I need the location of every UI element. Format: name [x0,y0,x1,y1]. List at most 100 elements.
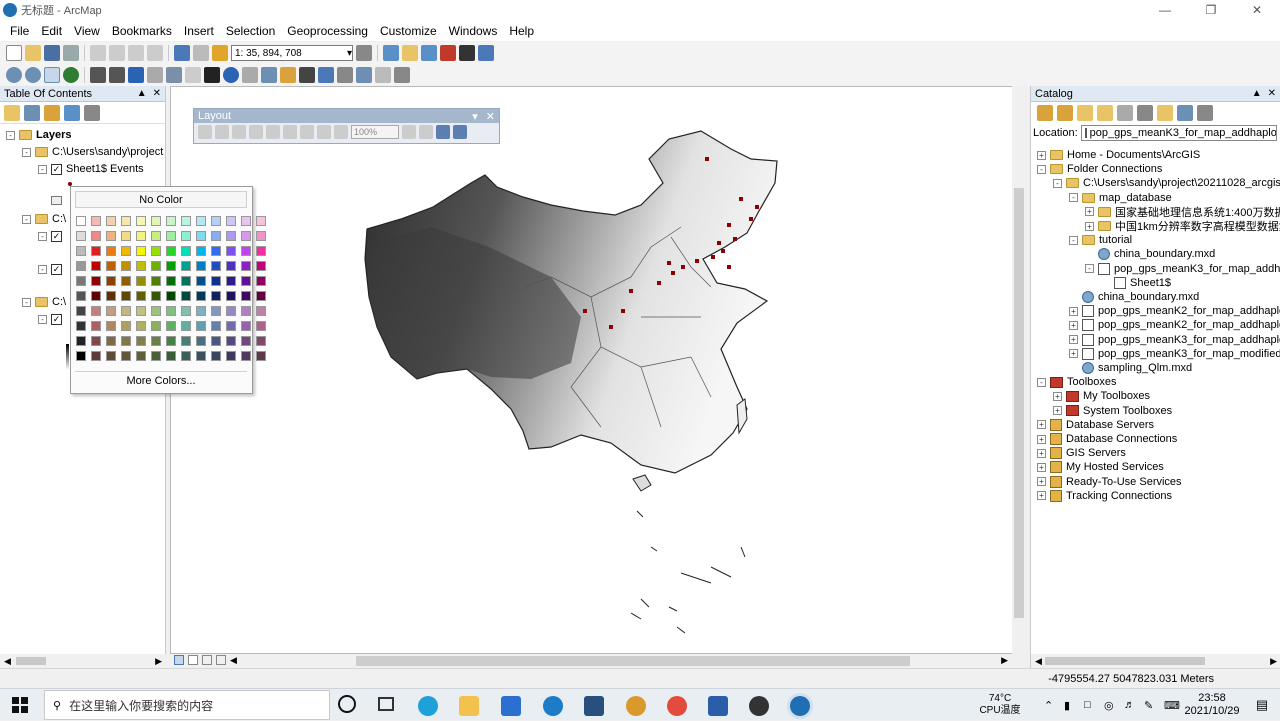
close-icon[interactable]: ✕ [1234,0,1280,20]
color-swatch[interactable] [151,291,161,301]
maximize-icon[interactable]: ❐ [1188,0,1234,20]
color-swatch[interactable] [106,336,116,346]
color-swatch[interactable] [166,246,176,256]
color-swatch[interactable] [106,291,116,301]
color-swatch[interactable] [106,321,116,331]
expand-icon[interactable]: + [1069,335,1078,345]
toc-row-layer-b[interactable]: - ✓ [38,262,66,276]
color-swatch[interactable] [106,351,116,361]
catalog-tree-item[interactable]: + pop_gps_meanK2_for_map_addhaplo [1069,304,1280,318]
viewer-icon[interactable] [375,67,391,83]
color-swatch[interactable] [91,231,101,241]
color-swatch[interactable] [121,276,131,286]
color-swatch[interactable] [91,261,101,271]
catalog-window-icon[interactable] [402,45,418,61]
expand-icon[interactable]: + [1069,306,1078,316]
location-input[interactable]: pop_gps_meanK3_for_map_addhaplo_mc [1080,125,1277,141]
color-swatch[interactable] [241,336,251,346]
pin-icon[interactable]: ▲ [1252,88,1262,99]
expand-icon[interactable]: + [1085,207,1094,217]
color-swatch[interactable] [166,321,176,331]
color-swatch[interactable] [211,261,221,271]
map-display[interactable] [170,86,1026,654]
list-by-source-icon[interactable] [24,104,40,121]
catalog-tree-item[interactable]: + Tracking Connections [1037,489,1172,503]
color-swatch[interactable] [166,261,176,271]
editor-icon[interactable] [356,45,372,61]
collapse-icon[interactable]: - [38,231,47,241]
color-swatch[interactable] [256,306,266,316]
catalog-tree-item[interactable]: + My Hosted Services [1037,460,1164,474]
zoom-in-icon[interactable] [6,67,22,83]
redo-icon[interactable] [193,45,209,61]
color-swatch[interactable] [181,261,191,271]
color-swatch[interactable] [181,306,191,316]
goto-xy-icon[interactable] [337,67,353,83]
expand-icon[interactable]: + [1053,406,1062,416]
color-swatch[interactable] [226,336,236,346]
word-icon[interactable] [708,696,728,716]
layout-zoom-in-icon[interactable] [198,125,212,139]
menu-help[interactable]: Help [503,24,540,38]
expand-icon[interactable]: + [1069,320,1078,330]
scroll-thumb[interactable] [1045,657,1205,665]
expand-icon[interactable]: + [1037,462,1046,472]
obs-icon[interactable] [749,696,769,716]
toc-row-source-folder[interactable]: - C:\Users\sandy\project [22,145,163,159]
color-swatch[interactable] [181,276,191,286]
color-swatch[interactable] [211,216,221,226]
color-swatch[interactable] [166,336,176,346]
toc-row-folder-3[interactable]: - C:\ [22,295,66,309]
toc-row-folder-2[interactable]: - C:\ [22,212,66,226]
color-swatch[interactable] [211,231,221,241]
close-icon[interactable]: ✕ [486,110,495,123]
collapse-icon[interactable]: - [1037,377,1046,387]
color-swatch[interactable] [121,246,131,256]
no-color-option[interactable]: No Color [75,191,247,208]
color-swatch[interactable] [76,261,86,271]
color-swatch[interactable] [226,246,236,256]
color-swatch[interactable] [211,246,221,256]
collapse-icon[interactable]: - [38,314,47,324]
color-swatch[interactable] [151,351,161,361]
arcmap-taskbar-icon[interactable] [790,696,810,716]
scroll-left-icon[interactable]: ◀ [1035,656,1042,667]
microphone-icon[interactable]: ▮ [1064,699,1080,712]
color-swatch[interactable] [196,246,206,256]
catalog-tree-item[interactable]: Sheet1$ [1101,276,1171,290]
more-colors-option[interactable]: More Colors... [75,371,247,389]
color-swatch[interactable] [196,231,206,241]
color-swatch[interactable] [241,231,251,241]
map-scale-select[interactable]: 1: 35, 894, 708 ▾ [231,45,353,61]
chevron-down-icon[interactable]: ▾ [472,110,478,123]
color-swatch[interactable] [136,231,146,241]
scroll-left-icon[interactable]: ◀ [4,656,11,667]
layout-pan-icon[interactable] [232,125,246,139]
file-explorer-icon[interactable] [459,696,479,716]
cut-icon[interactable] [90,45,106,61]
color-swatch[interactable] [166,231,176,241]
color-swatch[interactable] [226,291,236,301]
add-data-icon[interactable] [212,45,228,61]
color-swatch[interactable] [121,261,131,271]
pan-icon[interactable] [44,67,60,83]
toc-options-icon[interactable] [84,104,100,121]
color-swatch[interactable] [151,216,161,226]
catalog-horizontal-scrollbar[interactable]: ◀ ▶ [1031,654,1280,668]
color-swatch[interactable] [256,276,266,286]
catalog-tree-item[interactable]: - map_database [1069,191,1172,205]
color-swatch[interactable] [91,246,101,256]
toc-row-layer-c[interactable]: - ✓ [38,312,66,326]
mail-icon[interactable] [501,696,521,716]
color-swatch[interactable] [121,351,131,361]
zoom-100-icon[interactable] [266,125,280,139]
color-swatch[interactable] [91,276,101,286]
color-swatch[interactable] [181,291,191,301]
color-swatch[interactable] [76,321,86,331]
fixed-zoom-out-icon[interactable] [300,125,314,139]
color-swatch[interactable] [256,246,266,256]
collapse-icon[interactable]: - [22,214,31,224]
input-method-icon[interactable]: ⌨ [1164,699,1180,712]
clear-selection-icon[interactable] [185,67,201,83]
layer-visibility-checkbox[interactable]: ✓ [51,263,62,275]
